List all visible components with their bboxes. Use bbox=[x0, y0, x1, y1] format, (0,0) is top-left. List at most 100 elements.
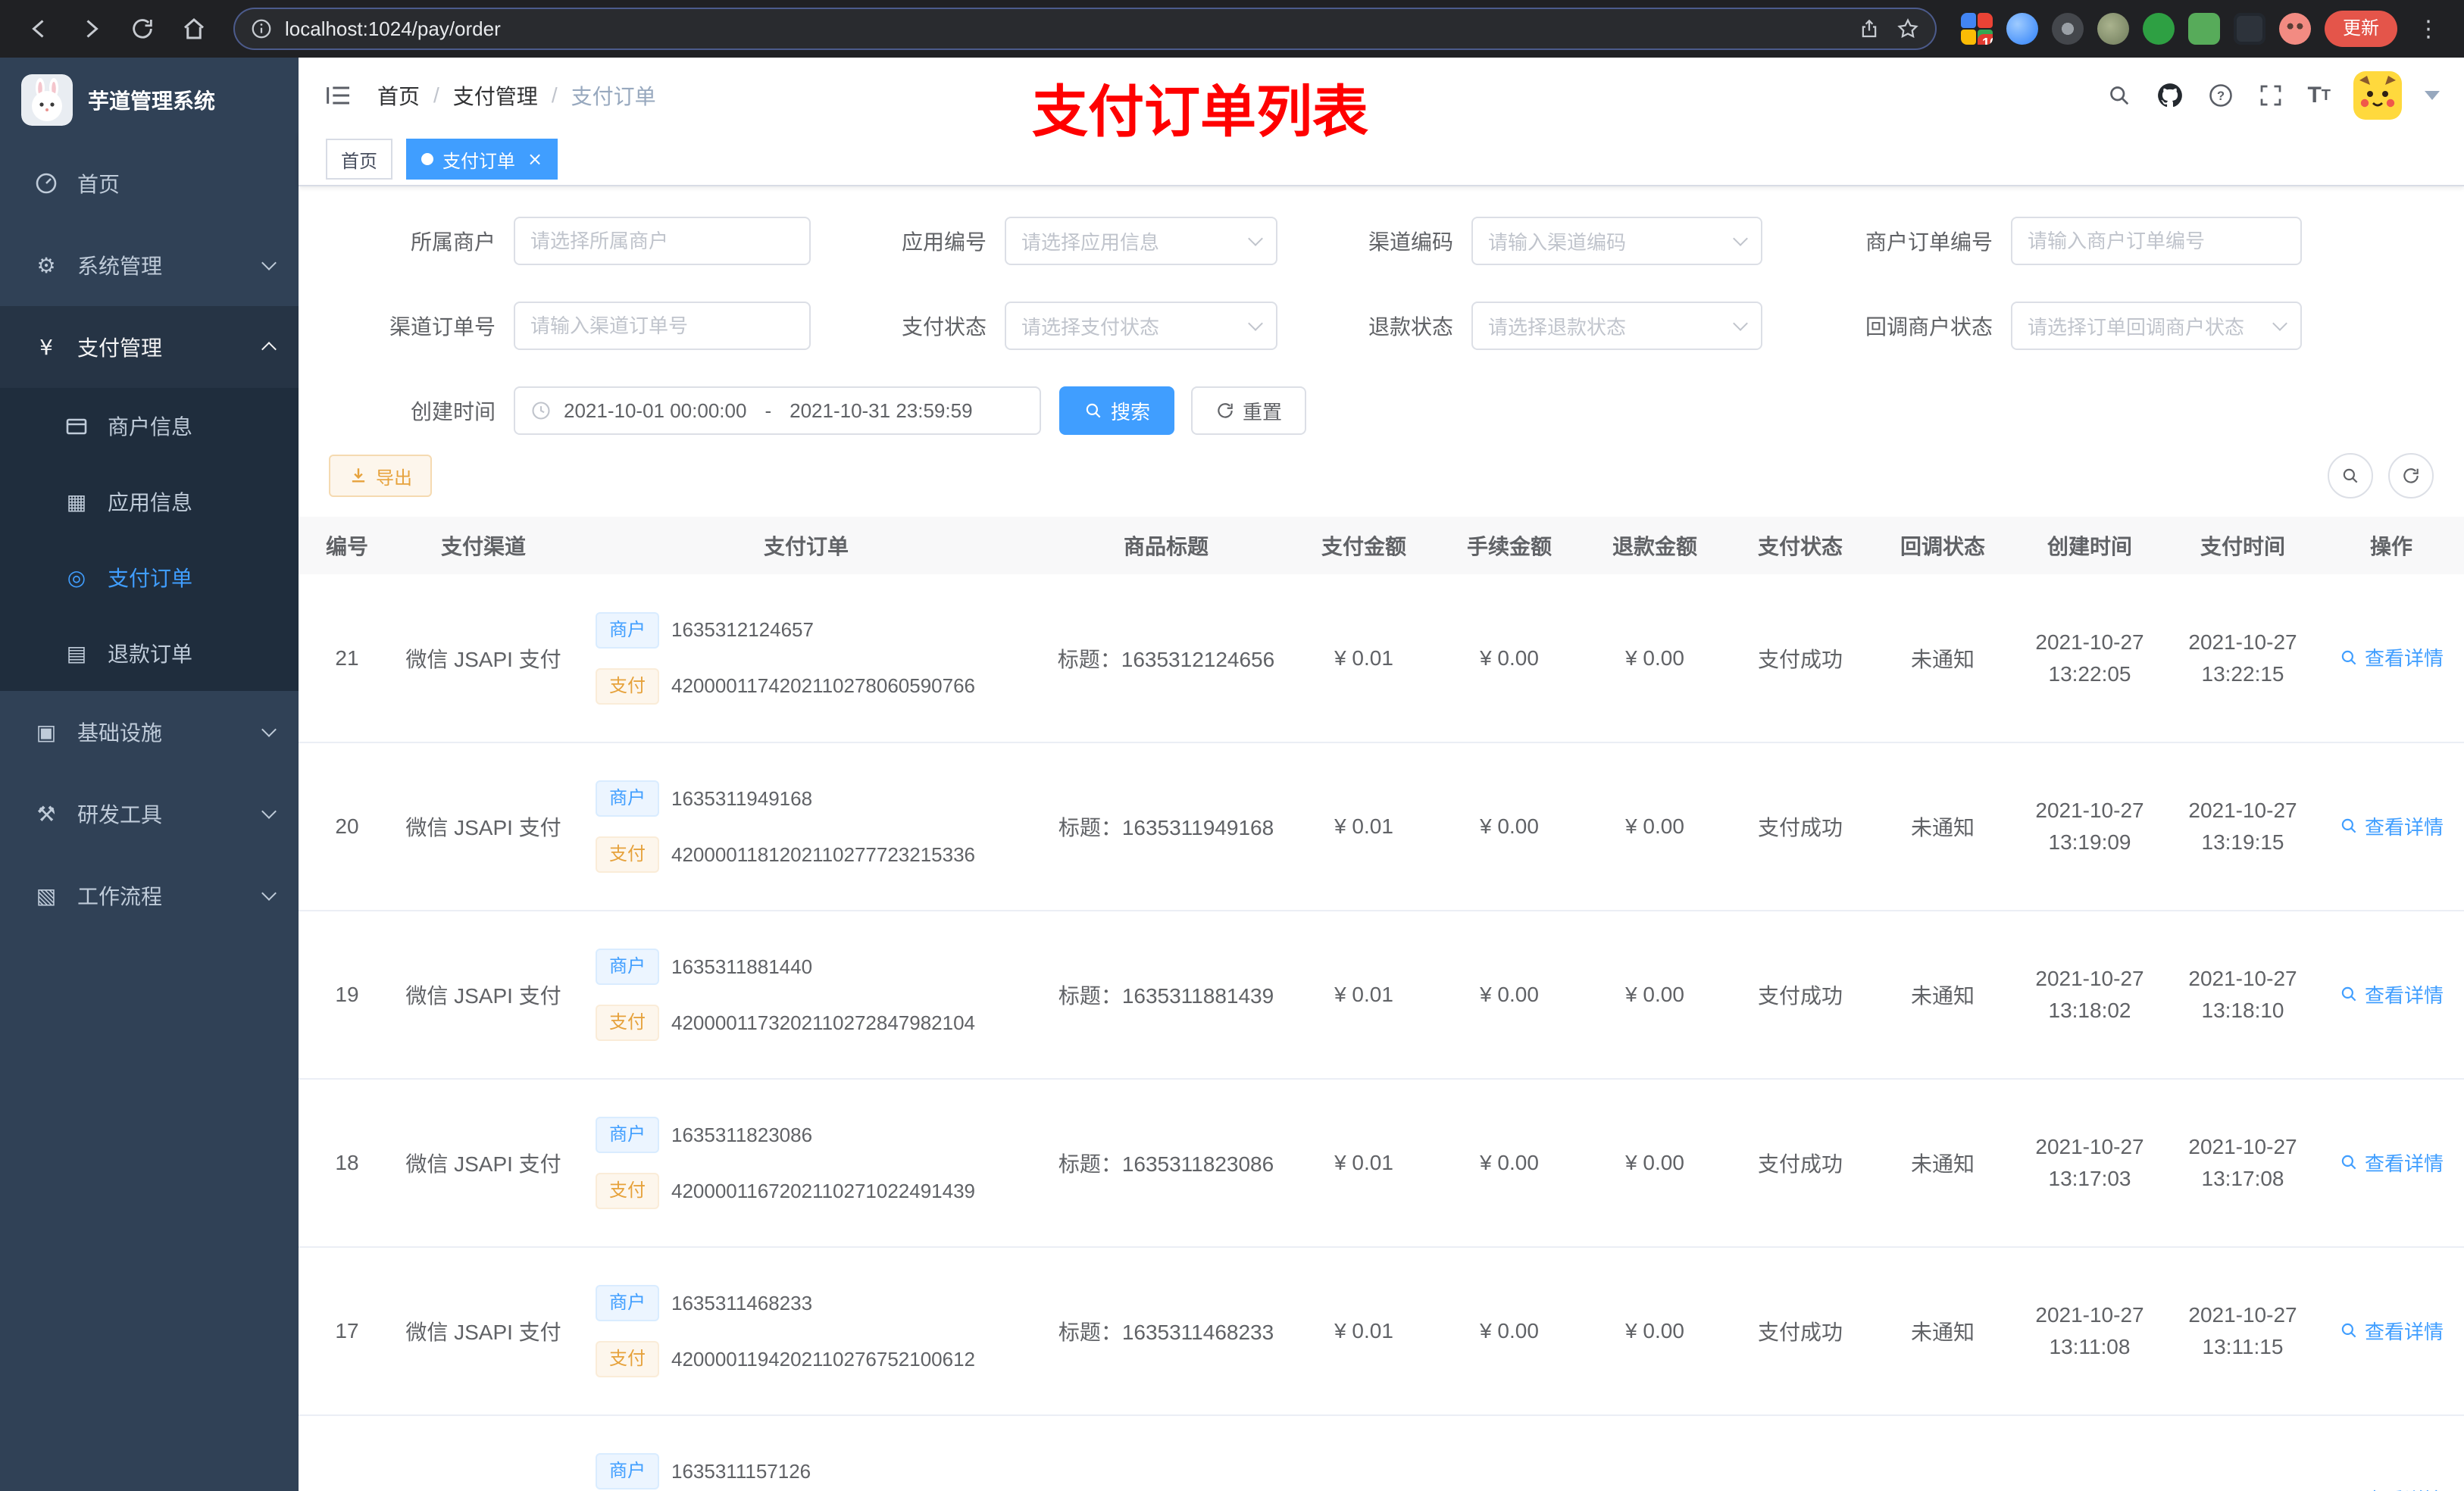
sidebar-item-devtools[interactable]: ⚒ 研发工具 bbox=[0, 773, 299, 855]
document-icon: ▤ bbox=[66, 640, 87, 666]
cell-create-time: 2021-10-27 13:22:05 bbox=[2012, 574, 2167, 743]
extension-icon-7[interactable] bbox=[2234, 13, 2265, 45]
merchant-tag: 商户 bbox=[596, 1285, 659, 1321]
sidebar-item-refund-order[interactable]: ▤ 退款订单 bbox=[0, 615, 299, 691]
tab-pay-order[interactable]: 支付订单 × bbox=[406, 139, 558, 180]
extension-icon-1[interactable]: 10 bbox=[1961, 13, 1993, 45]
channel-order-no-input bbox=[514, 302, 811, 350]
sidebar-item-system[interactable]: ⚙ 系统管理 bbox=[0, 224, 299, 306]
cell-notify-status: 未通知 bbox=[1873, 911, 2012, 1080]
breadcrumb-home[interactable]: 首页 bbox=[377, 80, 420, 111]
view-detail-link[interactable]: 查看详情 bbox=[2339, 643, 2444, 671]
site-info-icon[interactable] bbox=[250, 17, 273, 40]
extension-icon-5[interactable] bbox=[2143, 13, 2175, 45]
help-icon[interactable]: ? bbox=[2207, 82, 2234, 109]
profile-avatar-icon[interactable] bbox=[2279, 13, 2311, 45]
cell-title: 标题：1635312124656 bbox=[1041, 574, 1291, 743]
cell-create-time: 2021-10-27 13:11:08 bbox=[2012, 1247, 2167, 1416]
merchant-order-no-field[interactable] bbox=[2028, 229, 2285, 253]
export-button[interactable]: 导出 bbox=[329, 455, 432, 497]
pay-tag: 支付 bbox=[596, 1341, 659, 1377]
table-toolbar: 导出 bbox=[299, 453, 2464, 499]
view-detail-link[interactable]: 查看详情 bbox=[2339, 1149, 2444, 1177]
extension-icon-3[interactable] bbox=[2052, 13, 2084, 45]
channel-order-no-field[interactable] bbox=[530, 314, 794, 338]
breadcrumb: 首页 / 支付管理 / 支付订单 bbox=[377, 80, 656, 111]
grid-icon: ▦ bbox=[66, 489, 87, 514]
cell-pay-time bbox=[2167, 1415, 2319, 1491]
view-detail-link[interactable]: 查看详情 bbox=[2339, 812, 2444, 840]
pay-status-select[interactable]: 请选择支付状态 bbox=[1005, 302, 1277, 350]
sidebar-item-home[interactable]: 首页 bbox=[0, 142, 299, 224]
reload-icon[interactable] bbox=[121, 8, 164, 50]
chevron-down-icon bbox=[261, 886, 277, 901]
cell-create-time: 2021-10-27 13:18:02 bbox=[2012, 911, 2167, 1080]
url-bar[interactable]: localhost:1024/pay/order bbox=[233, 8, 1937, 50]
sidebar-item-pay-order[interactable]: ◎ 支付订单 bbox=[0, 539, 299, 615]
url-text[interactable]: localhost:1024/pay/order bbox=[285, 17, 501, 41]
sidebar-item-workflow[interactable]: ▧ 工作流程 bbox=[0, 855, 299, 936]
cell-create-time: 2021-10-27 13:17:03 bbox=[2012, 1079, 2167, 1248]
cell-pay-order: 商户 1635311881440 支付 4200001173202110272847… bbox=[571, 911, 1041, 1080]
chevron-down-icon bbox=[1733, 231, 1748, 246]
sidebar-item-merchant-info[interactable]: 商户信息 bbox=[0, 388, 299, 464]
cell-pay-order: 商户 1635312124657 支付 4200001174202110278060… bbox=[571, 574, 1041, 743]
cell-notify-status bbox=[1873, 1415, 2012, 1491]
refresh-button[interactable] bbox=[2388, 453, 2434, 499]
share-icon[interactable] bbox=[1858, 17, 1881, 40]
user-avatar[interactable] bbox=[2353, 71, 2402, 120]
merchant-input-field[interactable] bbox=[530, 229, 794, 253]
cell-action: 查看详情 bbox=[2319, 1247, 2464, 1416]
fullscreen-icon[interactable] bbox=[2257, 82, 2284, 109]
sidebar: 芋道管理系统 首页 ⚙ 系统管理 ¥ 支付管理 商户信息 ▦ 应用信息 ◎ 支付… bbox=[0, 58, 299, 1491]
channel-code-select[interactable]: 请输入渠道编码 bbox=[1471, 217, 1762, 265]
view-detail-link[interactable]: 查看详情 bbox=[2339, 980, 2444, 1008]
bookmark-star-icon[interactable] bbox=[1896, 17, 1920, 41]
back-icon[interactable] bbox=[18, 8, 61, 50]
tab-close-icon[interactable]: × bbox=[527, 148, 543, 170]
extension-icon-2[interactable] bbox=[2006, 13, 2038, 45]
cell-amount: ¥ 0.01 bbox=[1291, 1079, 1437, 1248]
date-end[interactable]: 2021-10-31 23:59:59 bbox=[790, 399, 972, 423]
sidebar-item-infra[interactable]: ▣ 基础设施 bbox=[0, 691, 299, 773]
tab-home[interactable]: 首页 bbox=[326, 139, 392, 180]
sidebar-item-pay[interactable]: ¥ 支付管理 bbox=[0, 306, 299, 388]
cell-id: 20 bbox=[299, 742, 396, 911]
cell-fee: ¥ 0.00 bbox=[1437, 1079, 1582, 1248]
table-row: 16 商户1635311157126 支付 查看详情 bbox=[299, 1415, 2464, 1491]
browser-update-button[interactable]: 更新 bbox=[2325, 11, 2397, 47]
font-size-icon[interactable]: TT bbox=[2307, 83, 2331, 108]
refund-status-select[interactable]: 请选择退款状态 bbox=[1471, 302, 1762, 350]
reset-button[interactable]: 重置 bbox=[1191, 386, 1307, 435]
extension-icon-6[interactable] bbox=[2188, 13, 2220, 45]
app-logo: 芋道管理系统 bbox=[0, 58, 299, 142]
notify-status-select[interactable]: 请选择订单回调商户状态 bbox=[2011, 302, 2302, 350]
toggle-search-button[interactable] bbox=[2328, 453, 2373, 499]
search-icon[interactable] bbox=[2106, 82, 2133, 109]
page-content: 所属商户 应用编号 请选择应用信息 渠道编码 请输入渠道编码 商户订单编号 bbox=[299, 186, 2464, 1491]
table-header-row: 编号 支付渠道 支付订单 商品标题 支付金额 手续金额 退款金额 支付状态 回调… bbox=[299, 517, 2464, 574]
active-dot bbox=[421, 153, 433, 165]
app-select[interactable]: 请选择应用信息 bbox=[1005, 217, 1277, 265]
browser-menu-icon[interactable]: ⋮ bbox=[2411, 16, 2446, 42]
cell-action: 查看详情 bbox=[2319, 1415, 2464, 1491]
svg-text:?: ? bbox=[2217, 89, 2225, 103]
forward-icon[interactable] bbox=[70, 8, 112, 50]
view-detail-link[interactable]: 查看详情 bbox=[2339, 1485, 2444, 1491]
date-range-picker[interactable]: 2021-10-01 00:00:00 - 2021-10-31 23:59:5… bbox=[514, 386, 1041, 435]
breadcrumb-pay[interactable]: 支付管理 bbox=[453, 80, 538, 111]
sidebar-item-app-info[interactable]: ▦ 应用信息 bbox=[0, 464, 299, 539]
avatar-caret-icon[interactable] bbox=[2425, 91, 2440, 100]
view-detail-link[interactable]: 查看详情 bbox=[2339, 1317, 2444, 1345]
merchant-tag: 商户 bbox=[596, 949, 659, 985]
cell-pay-time: 2021-10-27 13:19:15 bbox=[2167, 742, 2319, 911]
extension-icon-4[interactable] bbox=[2097, 13, 2129, 45]
date-start[interactable]: 2021-10-01 00:00:00 bbox=[564, 399, 746, 423]
sidebar-collapse-icon[interactable] bbox=[323, 80, 353, 111]
search-button[interactable]: 搜索 bbox=[1059, 386, 1175, 435]
cell-id: 16 bbox=[299, 1415, 396, 1491]
home-icon[interactable] bbox=[173, 8, 215, 50]
browser-extensions-area: 10 更新 ⋮ bbox=[1955, 11, 2446, 47]
cell-channel bbox=[396, 1415, 571, 1491]
github-icon[interactable] bbox=[2156, 81, 2184, 110]
